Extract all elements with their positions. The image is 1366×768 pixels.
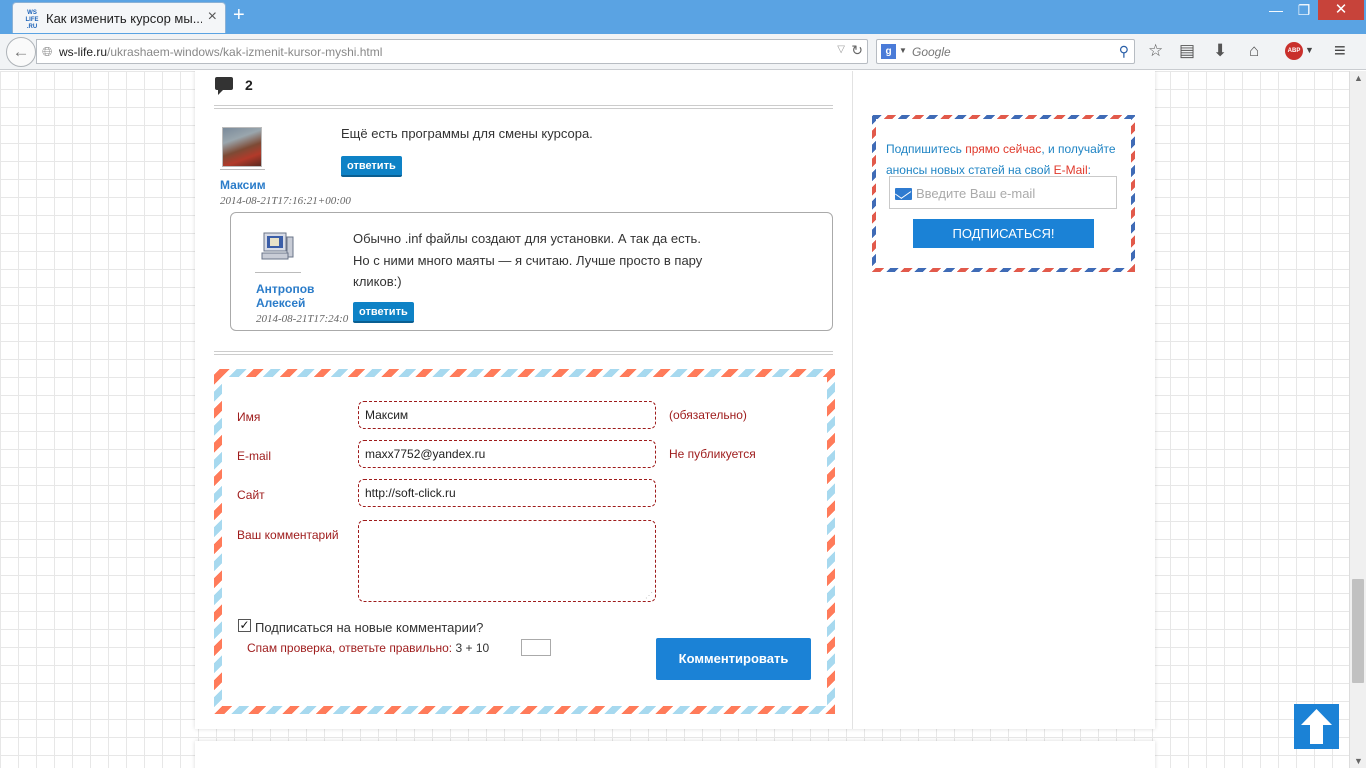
envelope-icon: [895, 188, 912, 200]
home-icon[interactable]: ⌂: [1249, 42, 1259, 60]
comment-date: 2014-08-21T17:16:21+00:00: [220, 195, 351, 207]
subscribe-button[interactable]: ПОДПИСАТЬСЯ!: [913, 219, 1094, 248]
google-engine-icon[interactable]: g: [881, 44, 896, 59]
url-text: ws-life.ru/ukrashaem-windows/kak-izmenit…: [59, 45, 382, 59]
email-private-note: Не публикуется: [669, 447, 756, 461]
scroll-up-icon[interactable]: ▲: [1354, 73, 1363, 83]
comment-form-inner: Имя Максим (обязательно) E-mail maxx7752…: [222, 377, 827, 706]
url-path: /ukrashaem-windows/kak-izmenit-kursor-my…: [107, 45, 383, 59]
browser-tab[interactable]: WS LIFE .RU Как изменить курсор мы... ×: [12, 2, 226, 33]
downloads-icon[interactable]: ⬇: [1213, 42, 1227, 60]
spam-check-label: Спам проверка, ответьте правильно:: [247, 641, 453, 655]
site-favicon-icon: WS LIFE .RU: [25, 10, 39, 30]
subscribe-widget: Подпишитесь прямо сейчас, и получайте ан…: [872, 115, 1135, 272]
window-close-icon[interactable]: ✕: [1318, 0, 1364, 20]
name-required-note: (обязательно): [669, 408, 747, 422]
divider: [214, 351, 833, 355]
address-bar[interactable]: 🌐︎ ws-life.ru/ukrashaem-windows/kak-izme…: [36, 39, 868, 64]
avatar-underline: [220, 169, 265, 170]
scroll-to-top-button[interactable]: [1294, 704, 1339, 749]
subscribe-text: Подпишитесь прямо сейчас, и получайте ан…: [886, 139, 1126, 181]
arrow-up-icon: [1301, 709, 1332, 744]
site-input[interactable]: http://soft-click.ru: [358, 479, 656, 507]
subscribe-checkbox-label: Подписаться на новые комментарии?: [255, 620, 484, 635]
name-input[interactable]: Максим: [358, 401, 656, 429]
comment-text-line3: кликов:): [353, 274, 402, 289]
spam-check-text: Спам проверка, ответьте правильно: 3 + 1…: [247, 641, 489, 655]
comment-form: Имя Максим (обязательно) E-mail maxx7752…: [214, 369, 835, 714]
email-input[interactable]: maxx7752@yandex.ru: [358, 440, 656, 468]
browser-titlebar: WS LIFE .RU Как изменить курсор мы... × …: [0, 0, 1366, 34]
scroll-down-icon[interactable]: ▼: [1354, 756, 1363, 766]
page-viewport: 2 Максим 2014-08-21T17:16:21+00:00 Ещё е…: [0, 71, 1349, 768]
avatar: [222, 127, 262, 167]
comments-icon: [215, 77, 233, 95]
subscribe-text-email: E-Mail: [1053, 163, 1088, 177]
window-restore-icon[interactable]: ❐: [1290, 0, 1318, 20]
main-content: 2 Максим 2014-08-21T17:16:21+00:00 Ещё е…: [195, 71, 1155, 729]
subscribe-checkbox[interactable]: ✓: [238, 619, 251, 632]
comment-textarea[interactable]: ⋰: [358, 520, 656, 602]
avatar-underline: [255, 272, 301, 273]
spam-answer-input[interactable]: [521, 639, 551, 656]
browser-navbar: ← 🌐︎ ws-life.ru/ukrashaem-windows/kak-iz…: [0, 34, 1366, 70]
adblock-icon[interactable]: ABP: [1285, 42, 1303, 60]
search-bar[interactable]: g ▼ Google ⚲: [876, 39, 1135, 64]
comment-label: Ваш комментарий: [237, 528, 339, 542]
name-label: Имя: [237, 410, 261, 424]
comment-text-line2: Но с ними много маяты — я считаю. Лучше …: [353, 253, 703, 268]
comment-author-line2[interactable]: Алексей: [256, 296, 305, 310]
subscribe-text-highlight: прямо сейчас: [965, 142, 1042, 156]
scrollbar-thumb[interactable]: [1352, 579, 1364, 683]
bookmark-star-icon[interactable]: ☆: [1148, 42, 1163, 60]
divider: [214, 105, 833, 109]
comment-date: 2014-08-21T17:24:0: [256, 313, 349, 325]
comment-author-line1[interactable]: Антропов: [256, 282, 314, 296]
bookmarks-list-icon[interactable]: ▤: [1179, 42, 1195, 60]
email-label: E-mail: [237, 449, 272, 463]
sidebar-divider: [852, 71, 853, 729]
url-domain: ws-life.ru: [59, 45, 108, 59]
site-label: Сайт: [237, 488, 265, 502]
subscribe-text-1: Подпишитесь: [886, 142, 966, 156]
comment-text: Ещё есть программы для смены курсора.: [341, 126, 593, 141]
adblock-dropdown-icon[interactable]: ▼: [1305, 45, 1314, 55]
globe-icon: 🌐︎: [42, 44, 53, 59]
url-dropdown-icon[interactable]: ▽: [837, 44, 845, 55]
reload-icon[interactable]: ↻: [851, 42, 863, 59]
back-arrow-icon[interactable]: ←: [6, 37, 36, 67]
reply-button[interactable]: ответить: [353, 302, 414, 323]
page-scrollbar[interactable]: ▲ ▼: [1349, 71, 1366, 768]
search-placeholder: Google: [912, 45, 951, 59]
comments-count: 2: [245, 77, 253, 93]
nested-comment: Антропов Алексей 2014-08-21T17:24:0 Обыч…: [230, 212, 833, 331]
subscribe-email-input[interactable]: Введите Ваш e-mail: [889, 176, 1117, 209]
hamburger-menu-icon[interactable]: ≡: [1334, 41, 1346, 61]
resize-handle-icon[interactable]: ⋰: [645, 591, 653, 600]
window-minimize-icon[interactable]: —: [1262, 0, 1290, 20]
subscribe-text-5: :: [1087, 163, 1091, 177]
tab-title: Как изменить курсор мы...: [46, 11, 202, 26]
avatar-computer-icon: [261, 232, 294, 260]
new-tab-icon[interactable]: +: [233, 5, 245, 25]
spam-check-question: 3 + 10: [455, 641, 490, 655]
engine-dropdown-icon[interactable]: ▼: [899, 46, 907, 55]
tab-close-icon[interactable]: ×: [208, 9, 217, 25]
subscribe-email-placeholder: Введите Ваш e-mail: [916, 186, 1036, 201]
next-content-block: [195, 741, 1155, 768]
subscribe-widget-inner: Подпишитесь прямо сейчас, и получайте ан…: [876, 119, 1131, 268]
submit-comment-button[interactable]: Комментировать: [656, 638, 811, 680]
search-icon[interactable]: ⚲: [1119, 43, 1129, 60]
reply-button[interactable]: ответить: [341, 156, 402, 177]
comment-text-line1: Обычно .inf файлы создают для установки.…: [353, 231, 701, 246]
comment-author[interactable]: Максим: [220, 178, 266, 192]
